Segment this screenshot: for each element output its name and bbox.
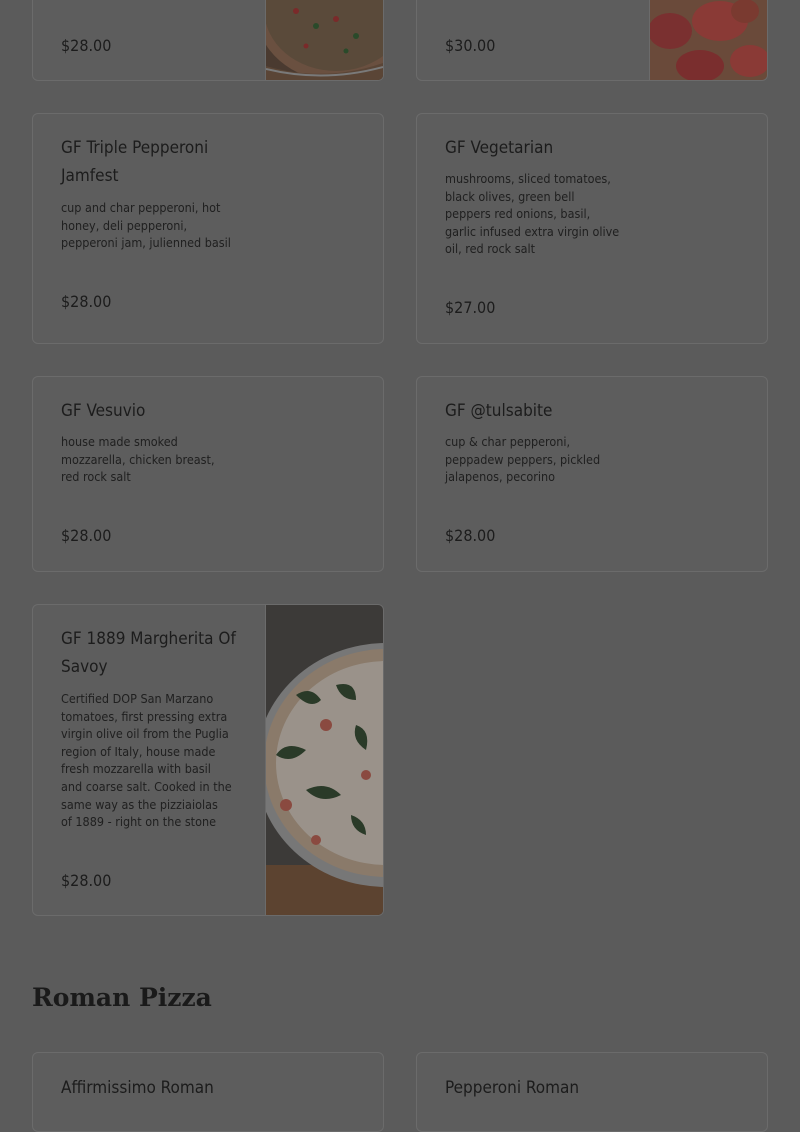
pizza-photo	[265, 0, 383, 80]
menu-card-gf-triple-pepperoni-jamfest[interactable]: GF Triple Pepperoni Jamfest cup and char…	[32, 113, 384, 344]
menu-card-partial-left[interactable]: $28.00	[32, 0, 384, 81]
item-price: $28.00	[61, 871, 112, 890]
menu-card-gf-vegetarian[interactable]: GF Vegetarian mushrooms, sliced tomatoes…	[416, 113, 768, 344]
item-price: $28.00	[61, 526, 112, 545]
item-description: cup and char pepperoni, hot honey, deli …	[61, 200, 231, 251]
item-price: $30.00	[445, 36, 496, 55]
item-price: $28.00	[61, 36, 112, 55]
item-title: GF Vegetarian	[445, 138, 554, 158]
item-title: Affirmissimo Roman	[61, 1078, 214, 1098]
item-description: Certified DOP San Marzano tomatoes, firs…	[61, 691, 232, 830]
item-description: mushrooms, sliced tomatoes, black olives…	[445, 171, 620, 257]
item-title: GF 1889 Margherita Of Savoy	[61, 629, 236, 677]
item-title: GF Triple Pepperoni Jamfest	[61, 138, 209, 186]
section-title-roman-pizza: Roman Pizza	[32, 983, 212, 1012]
menu-card-partial-right[interactable]: $30.00	[416, 0, 768, 81]
item-price: $28.00	[445, 526, 496, 545]
item-title: Pepperoni Roman	[445, 1078, 580, 1098]
item-price: $28.00	[61, 292, 112, 311]
item-description: house made smoked mozzarella, chicken br…	[61, 434, 215, 485]
margherita-photo	[265, 605, 383, 915]
pepperoni-photo	[649, 0, 767, 80]
menu-card-affirmissimo-roman[interactable]: Affirmissimo Roman	[32, 1052, 384, 1132]
menu-card-pepperoni-roman[interactable]: Pepperoni Roman	[416, 1052, 768, 1132]
item-description: cup & char pepperoni, peppadew peppers, …	[445, 434, 601, 485]
item-title: GF @tulsabite	[445, 401, 553, 421]
menu-card-gf-vesuvio[interactable]: GF Vesuvio house made smoked mozzarella,…	[32, 376, 384, 572]
item-title: GF Vesuvio	[61, 401, 146, 421]
menu-card-gf-tulsabite[interactable]: GF @tulsabite cup & char pepperoni, pepp…	[416, 376, 768, 572]
menu-card-gf-1889-margherita-of-savoy[interactable]: GF 1889 Margherita Of Savoy Certified DO…	[32, 604, 384, 916]
item-price: $27.00	[445, 298, 496, 317]
